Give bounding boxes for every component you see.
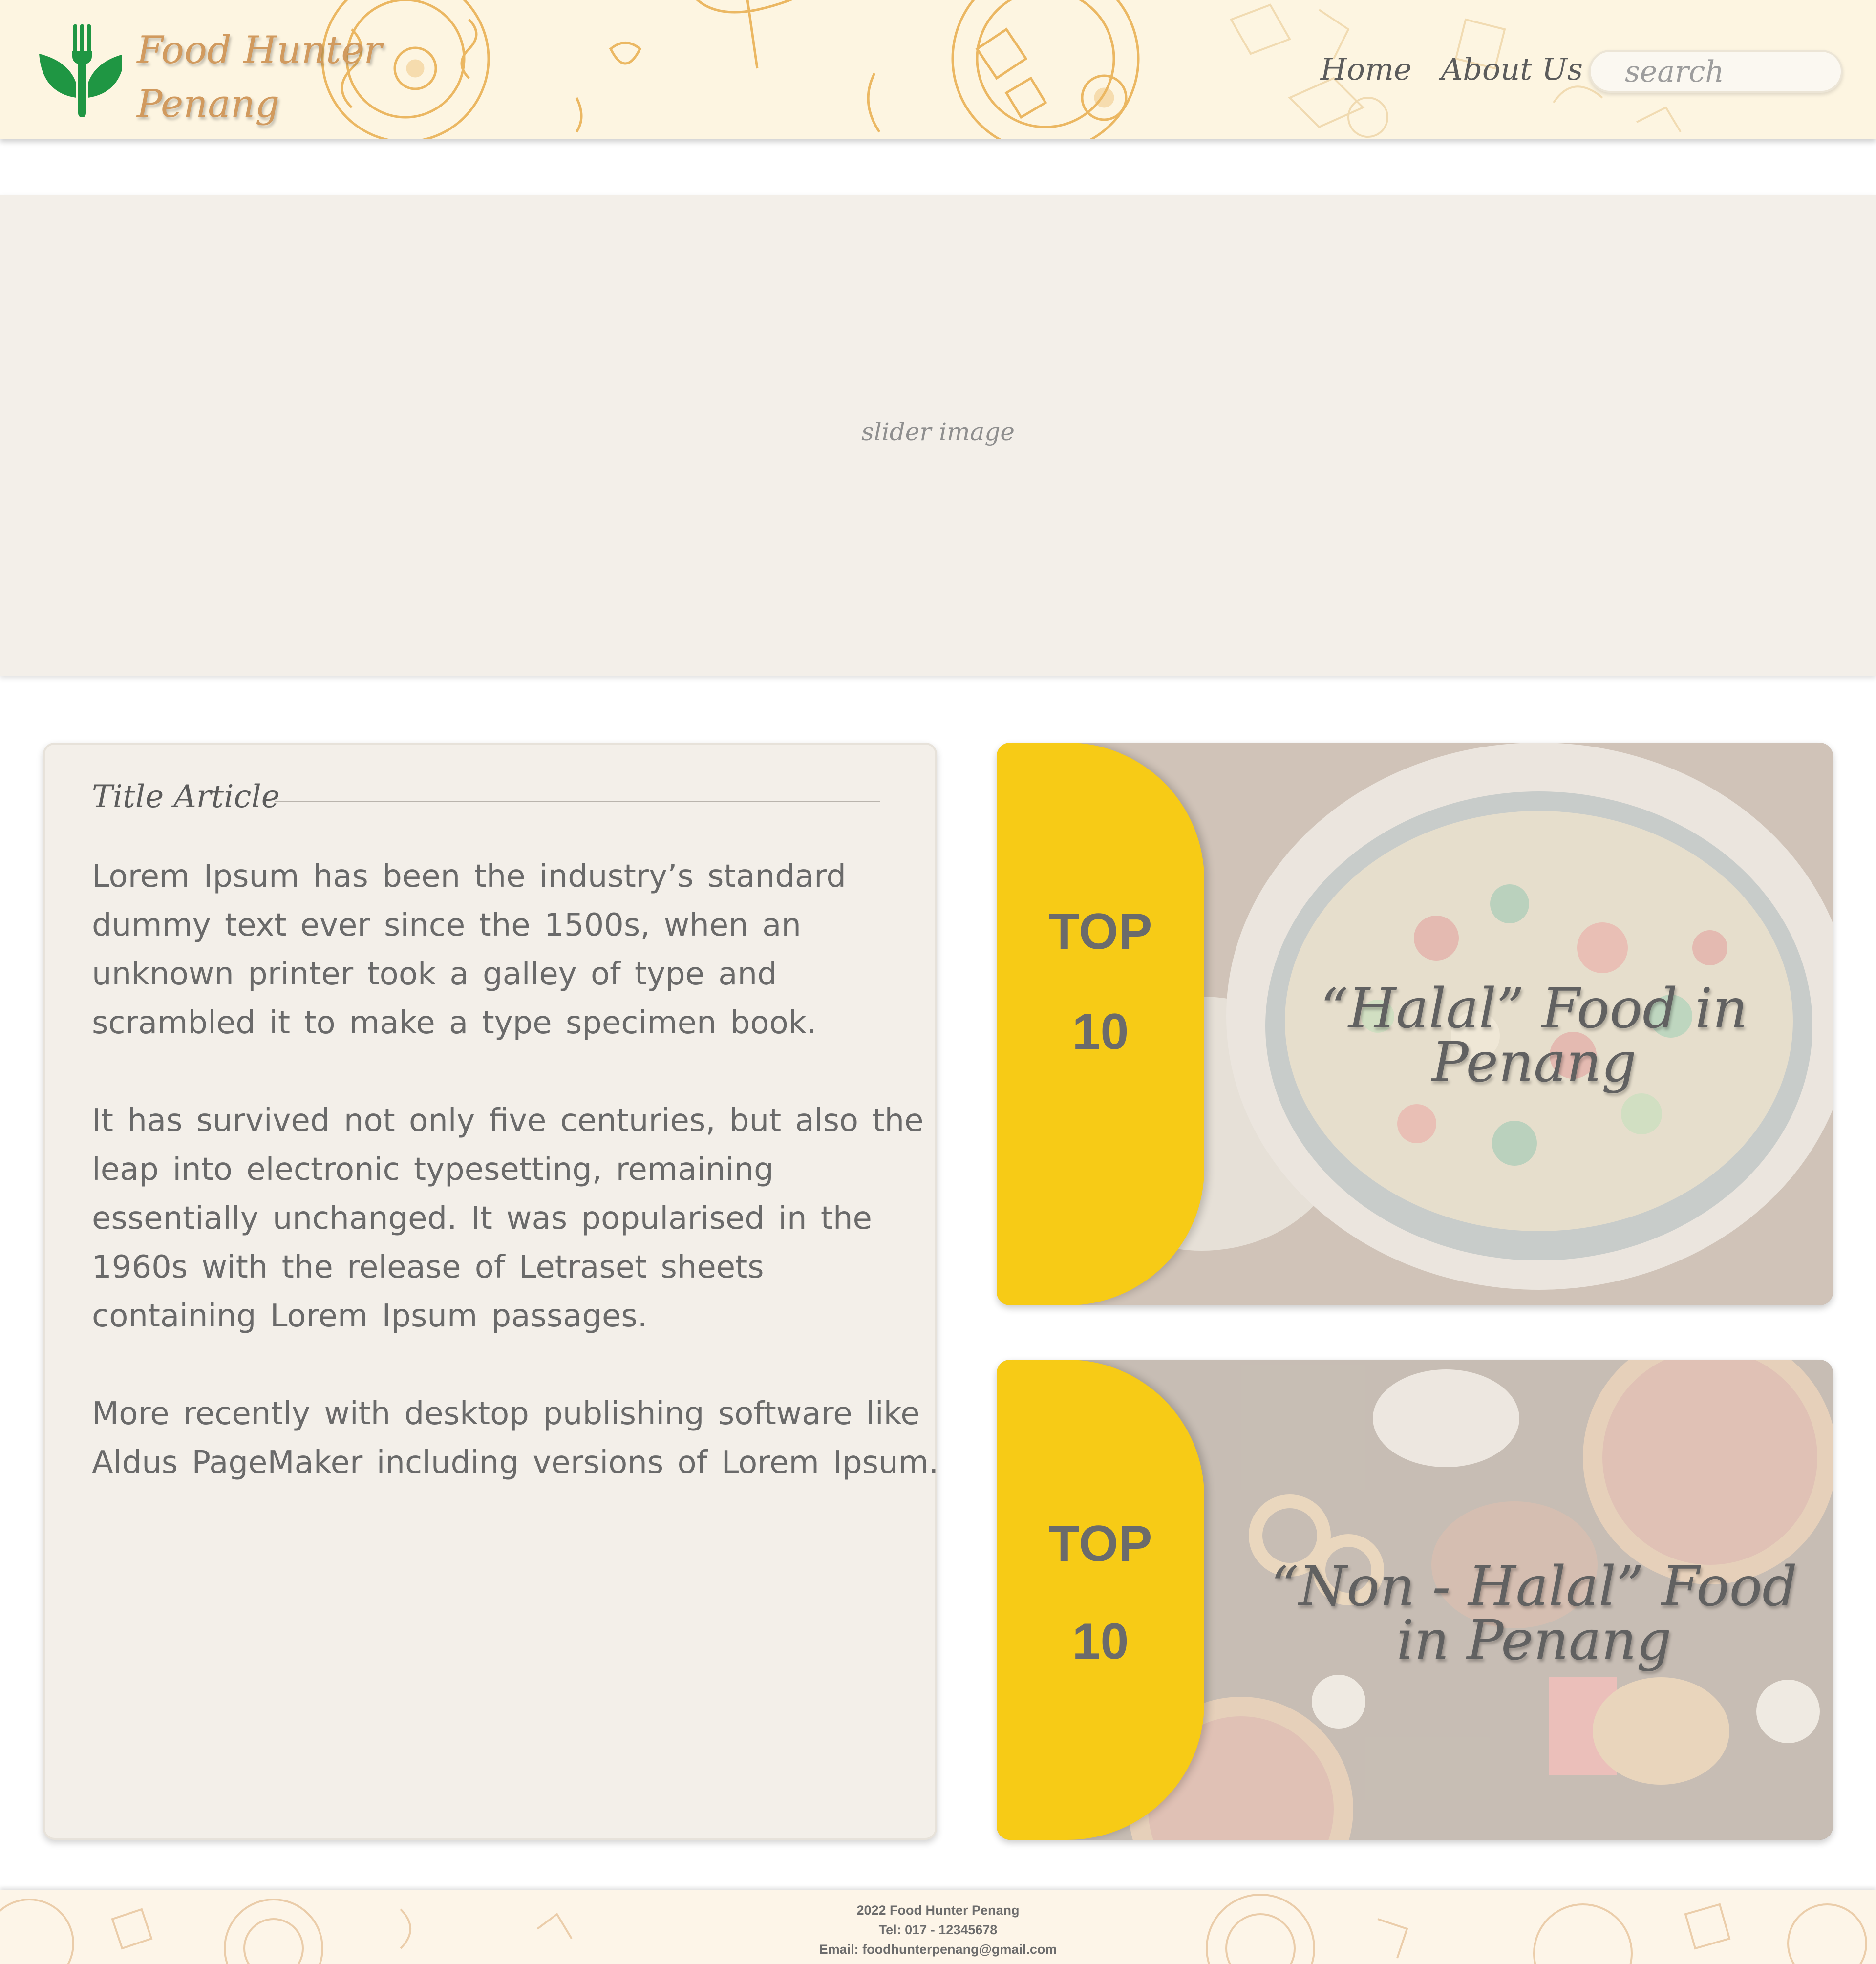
footer-copyright: 2022 Food Hunter Penang [856,1903,1020,1918]
top10-halal-card[interactable]: TOP 10 “Halal” Food in Penang [997,743,1833,1305]
search-input[interactable] [1589,50,1843,93]
rank-number: 10 [1072,1003,1129,1060]
title-divider [275,801,880,802]
nav-about-link[interactable]: About Us [1441,51,1583,87]
card-title: “Non - Halal” Food in Penang [1271,1555,1797,1672]
article-paragraph: More recently with desktop publishing so… [92,1396,939,1481]
article-title: Title Article [92,779,280,815]
nav-home-link[interactable]: Home [1321,51,1412,87]
footer-phone: Tel: 017 - 12345678 [878,1922,998,1937]
article-panel: Title Article Lorem Ipsum has been the i… [43,743,938,1840]
card-title: “Halal” Food in Penang [1320,977,1748,1094]
top10-badge: TOP 10 [997,743,1204,1305]
article-paragraph: Lorem Ipsum has been the industry’s stan… [92,858,846,1041]
top-label: TOP [1048,1516,1152,1572]
brand-line-2: Penang [137,82,280,126]
footer-email[interactable]: Email: foodhunterpenang@gmail.com [0,1940,1876,1959]
footer-info: 2022 Food Hunter Penang Tel: 017 - 12345… [0,1900,1876,1959]
brand-line-1: Food Hunter [137,28,382,72]
hero-slider[interactable]: slider image [0,195,1876,676]
brand-name[interactable]: Food Hunter Penang [137,23,382,131]
top10-badge: TOP 10 [997,1360,1204,1840]
top-label: TOP [1048,903,1152,960]
article-paragraph: It has survived not only five centuries,… [92,1103,924,1334]
site-header: Food Hunter Penang Home About Us [0,0,1876,139]
slider-placeholder-label: slider image [861,418,1015,446]
fork-leaf-logo-icon[interactable] [39,24,122,117]
article-body: Lorem Ipsum has been the industry’s stan… [92,852,942,1536]
site-footer: 2022 Food Hunter Penang Tel: 017 - 12345… [0,1890,1876,1964]
main-nav: Home About Us [1321,51,1583,87]
top10-non-halal-card[interactable]: TOP 10 “Non - Halal” Food in Penang [997,1360,1833,1840]
rank-number: 10 [1072,1613,1129,1670]
